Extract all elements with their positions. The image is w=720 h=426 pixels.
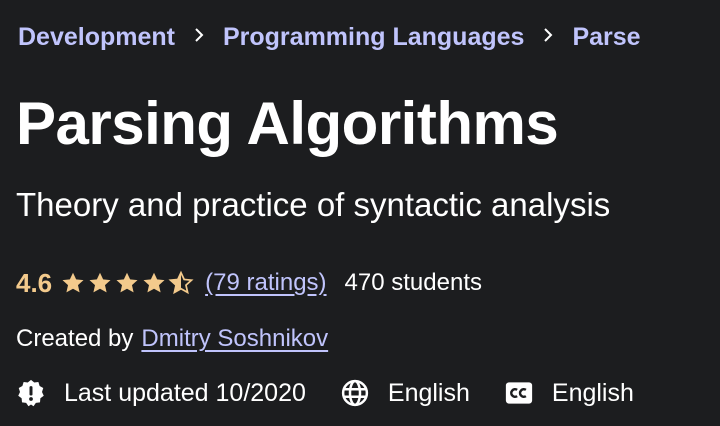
rating-row: 4.6 (79 ratings) 470 students	[16, 265, 482, 301]
star-full-icon	[62, 272, 84, 293]
star-full-icon	[143, 272, 165, 293]
students-count: 470 students	[344, 269, 482, 296]
ratings-count-link[interactable]: (79 ratings)	[205, 269, 326, 297]
breadcrumb-separator	[524, 26, 572, 49]
closed-captions-icon	[505, 382, 533, 404]
breadcrumb: Development Programming Languages Parse	[18, 20, 641, 54]
chevron-right-icon	[195, 27, 204, 42]
page-title: Parsing Algorithms	[16, 90, 559, 157]
breadcrumb-item-development[interactable]: Development	[18, 23, 175, 52]
breadcrumb-item-parse[interactable]: Parse	[572, 23, 640, 52]
star-half-icon	[168, 270, 194, 295]
created-by-label: Created by	[16, 325, 134, 352]
language-text: English	[387, 378, 470, 407]
course-header: Development Programming Languages Parse …	[0, 0, 720, 426]
rating-value: 4.6	[16, 267, 53, 298]
last-updated-text: Last updated 10/2020	[64, 378, 306, 407]
breadcrumb-separator	[175, 26, 223, 49]
globe-icon	[341, 379, 369, 407]
course-language: English	[340, 378, 470, 408]
course-captions: English	[504, 378, 634, 408]
created-by-row: Created by Dmitry Soshnikov	[16, 322, 328, 356]
star-full-icon	[89, 272, 111, 293]
course-meta-row: Last updated 10/2020 English English	[16, 375, 634, 411]
course-subtitle: Theory and practice of syntactic analysi…	[16, 186, 611, 223]
author-link[interactable]: Dmitry Soshnikov	[141, 325, 328, 353]
star-full-icon	[116, 272, 138, 293]
star-rating	[60, 270, 195, 296]
captions-text: English	[551, 378, 634, 407]
last-updated: Last updated 10/2020	[16, 378, 306, 408]
breadcrumb-item-programming-languages[interactable]: Programming Languages	[223, 23, 524, 52]
alert-badge-icon	[18, 379, 44, 407]
chevron-right-icon	[544, 27, 553, 42]
